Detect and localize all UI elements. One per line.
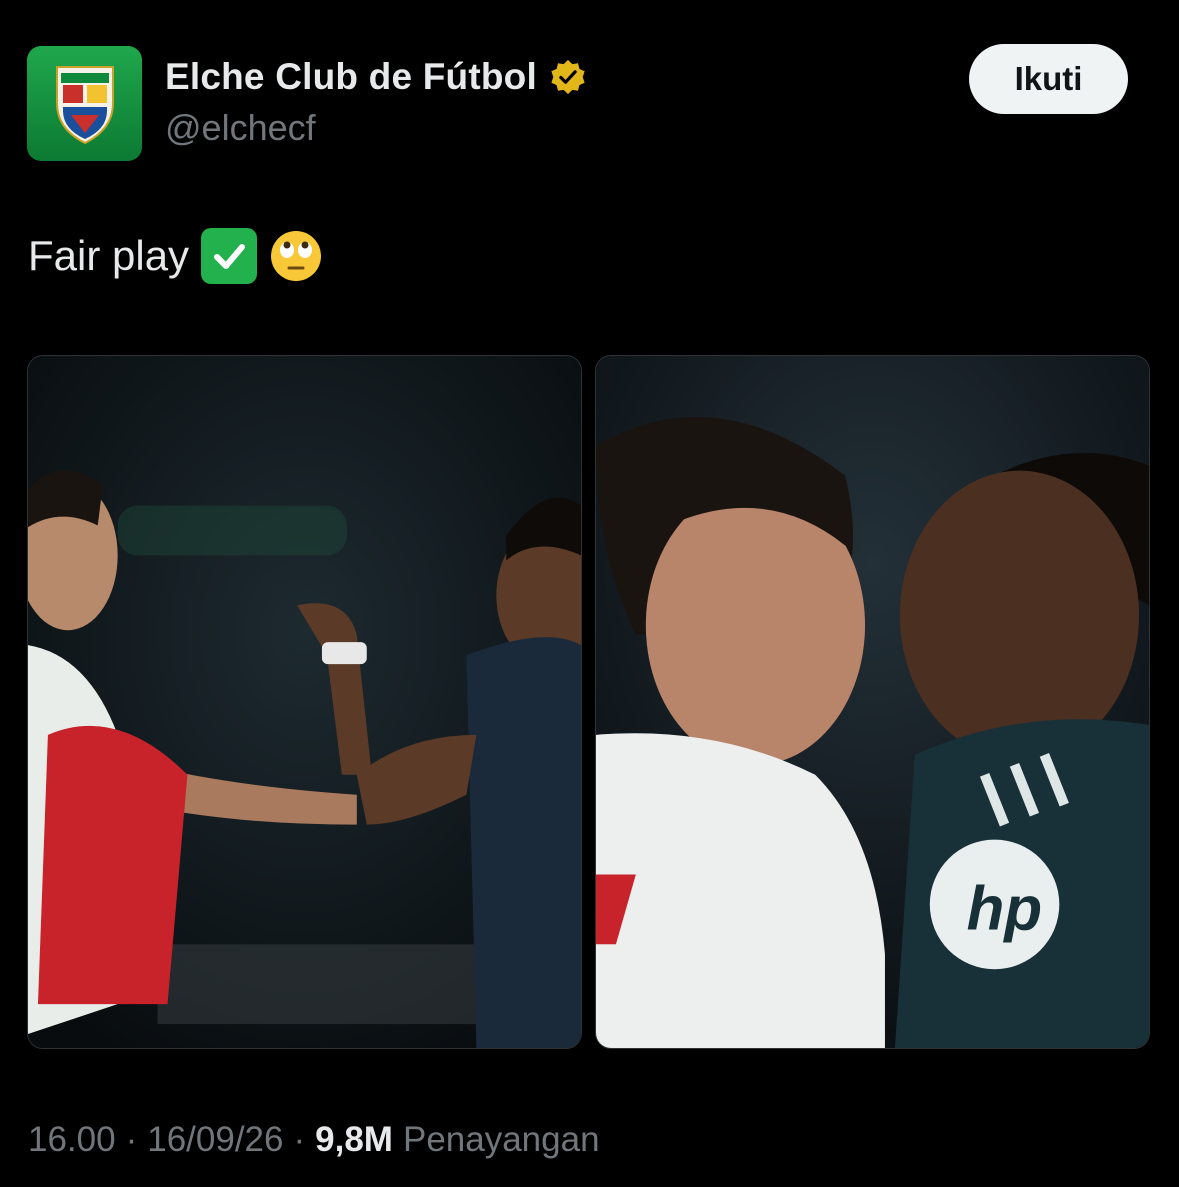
- meta-separator: ·: [125, 1120, 138, 1159]
- tweet-meta: 16.00 · 16/09/26 · 9,8M Penayangan: [28, 1120, 600, 1160]
- check-mark-button-icon: [201, 228, 258, 284]
- account-name-row: Elche Club de Fútbol: [165, 56, 587, 98]
- tweet-time[interactable]: 16.00: [28, 1120, 116, 1160]
- display-name[interactable]: Elche Club de Fútbol: [165, 56, 537, 98]
- meta-separator: ·: [293, 1120, 306, 1159]
- tweet-date[interactable]: 16/09/26: [147, 1120, 283, 1160]
- tweet-text: Fair play: [28, 228, 323, 284]
- tweet-card: Elche Club de Fútbol @elchecf Ikuti Fair…: [0, 0, 1179, 1187]
- photo-players-confrontation-wide[interactable]: [27, 355, 582, 1049]
- account-handle[interactable]: @elchecf: [165, 107, 316, 149]
- photo-players-face-to-face-closeup[interactable]: hp: [595, 355, 1150, 1049]
- tweet-text-content: Fair play: [28, 232, 190, 279]
- svg-text:hp: hp: [967, 874, 1042, 943]
- elche-crest-logo: [55, 65, 114, 144]
- face-with-rolling-eyes-icon: [269, 229, 323, 283]
- follow-button[interactable]: Ikuti: [969, 44, 1128, 114]
- avatar[interactable]: [27, 46, 142, 161]
- views-count: 9,8M: [315, 1120, 393, 1159]
- verified-badge-icon: [549, 58, 587, 96]
- views-label: Penayangan: [402, 1120, 600, 1159]
